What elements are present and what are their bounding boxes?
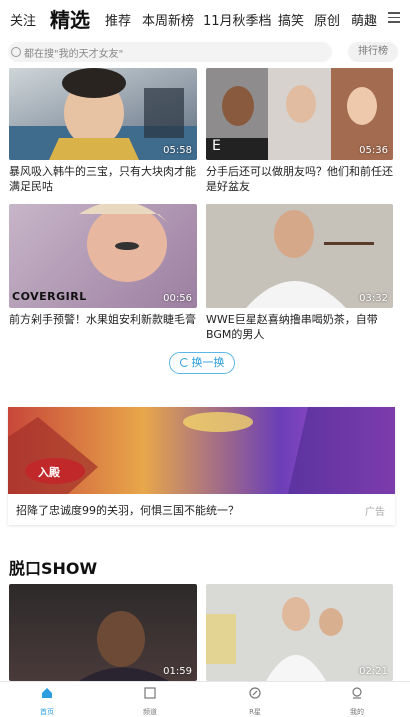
tab-original[interactable]: 原创 <box>314 10 340 29</box>
rstar-icon <box>249 687 261 699</box>
nav-rstar[interactable]: R星 <box>230 684 280 717</box>
nav-rstar-label: R星 <box>249 708 261 716</box>
tab-funny[interactable]: 搞笑 <box>278 10 304 29</box>
video-duration: 03:32 <box>359 293 388 304</box>
profile-icon <box>352 687 362 699</box>
video-thumbnail[interactable]: E 05:36 <box>206 68 393 160</box>
video-thumbnail[interactable]: 05:58 <box>9 68 197 160</box>
ad-enter-button[interactable]: 入殿 <box>38 464 60 480</box>
refresh-label: 换一换 <box>191 356 225 369</box>
ad-tag: 广告 <box>365 507 385 518</box>
tab-recommend[interactable]: 推荐 <box>105 10 131 29</box>
nav-channel-label: 频道 <box>143 708 157 716</box>
video-caption[interactable]: 暴风吸入韩牛的三宝，只有大块肉才能满足民咕 <box>9 164 199 194</box>
search-icon <box>11 47 21 57</box>
tab-follow[interactable]: 关注 <box>10 10 36 29</box>
ad-text: 招降了忠诚度99的关羽，何惧三国不能统一？ <box>16 504 239 517</box>
svg-text:E: E <box>212 138 221 154</box>
video-duration: 00:56 <box>163 293 192 304</box>
nav-profile-label: 我的 <box>350 708 364 716</box>
video-caption[interactable]: 分手后还可以做朋友吗？他们和前任还是好盆友 <box>206 164 396 194</box>
section-title: 脱口SHOW <box>9 559 98 578</box>
video-thumbnail[interactable]: 02:21 <box>206 584 393 681</box>
tab-cute[interactable]: 萌趣 <box>351 10 377 29</box>
tab-weekly-new[interactable]: 本周新榜 <box>142 10 194 29</box>
video-thumbnail[interactable]: 01:59 <box>9 584 197 681</box>
video-duration: 02:21 <box>359 666 388 677</box>
ad-card[interactable]: 入殿 招降了忠诚度99的关羽，何惧三国不能统一？ 广告 <box>8 407 395 525</box>
nav-channel[interactable]: 频道 <box>125 684 175 717</box>
video-thumbnail[interactable]: COVERGIRL 00:56 <box>9 204 197 308</box>
ad-banner-image[interactable]: 入殿 <box>8 407 395 494</box>
brand-overlay-text: COVERGIRL <box>12 290 87 303</box>
refresh-button[interactable]: 换一换 <box>169 352 235 374</box>
search-bar[interactable]: 都在搜"我的天才女友" <box>8 42 332 62</box>
channel-icon <box>144 687 156 699</box>
ad-artwork <box>8 407 395 494</box>
video-thumbnail[interactable]: 03:32 <box>206 204 393 308</box>
video-caption[interactable]: WWE巨星赵喜纳撸串喝奶茶，自带BGM的男人 <box>206 312 396 342</box>
tab-featured[interactable]: 精选 <box>50 4 90 33</box>
nav-profile[interactable]: 我的 <box>332 684 382 717</box>
tab-autumn-season[interactable]: 11月秋季档 <box>203 10 272 29</box>
nav-home[interactable]: 首页 <box>22 684 72 717</box>
video-caption[interactable]: 前方剁手预警！水果姐安利新款睫毛膏 <box>9 312 199 327</box>
video-duration: 01:59 <box>163 666 192 677</box>
top-tab-bar: 关注 精选 推荐 本周新榜 11月秋季档 搞笑 原创 萌趣 <box>0 0 410 38</box>
nav-home-label: 首页 <box>40 708 54 716</box>
search-placeholder: 都在搜"我的天才女友" <box>24 49 124 60</box>
home-icon <box>42 688 52 698</box>
ranking-button[interactable]: 排行榜 <box>348 42 398 62</box>
video-duration: 05:36 <box>359 145 388 156</box>
refresh-icon <box>179 358 189 367</box>
bottom-nav-bar: 首页 频道 R星 我的 <box>0 681 410 717</box>
menu-icon[interactable] <box>388 12 400 23</box>
video-duration: 05:58 <box>163 145 192 156</box>
